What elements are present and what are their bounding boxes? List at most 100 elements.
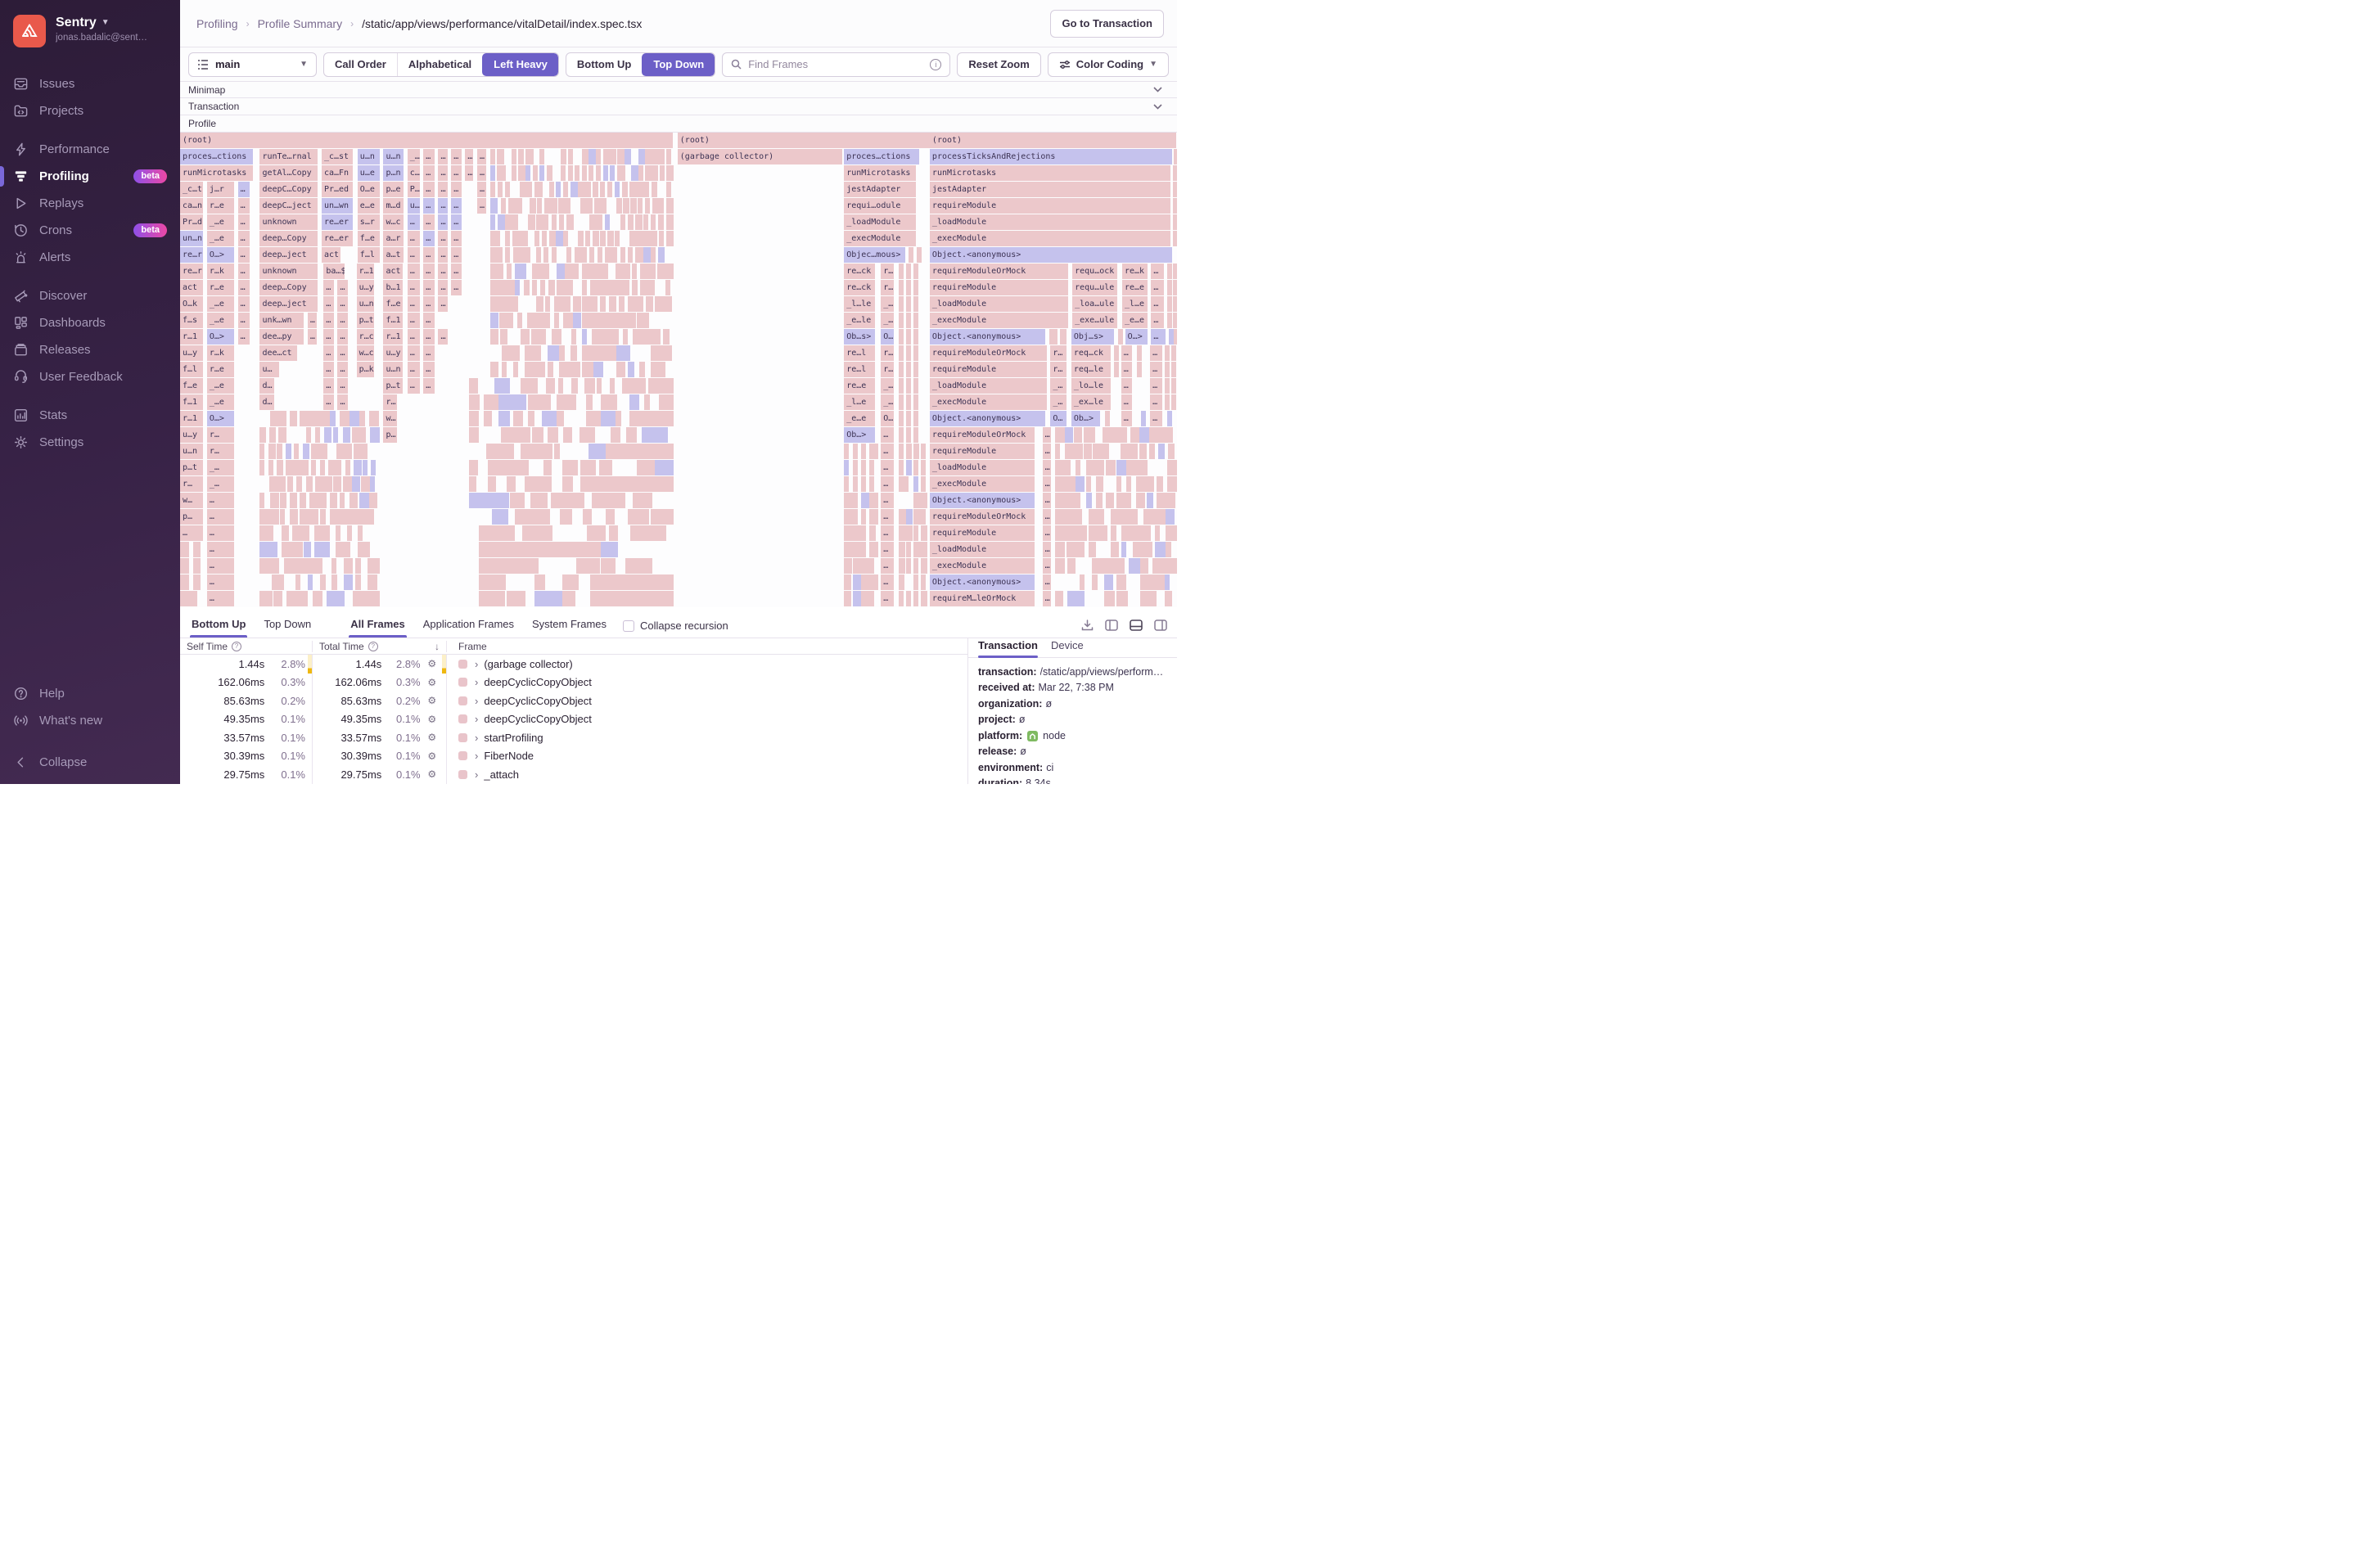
flame-frame[interactable]: … — [451, 214, 461, 230]
flame-frame[interactable]: … — [207, 525, 234, 541]
flame-frame[interactable] — [370, 427, 379, 443]
flame-frame[interactable] — [358, 525, 363, 541]
flame-frame[interactable]: … — [238, 247, 250, 263]
flame-frame[interactable] — [290, 411, 297, 426]
flame-frame[interactable] — [520, 231, 528, 246]
flame-frame[interactable] — [610, 378, 615, 394]
flame-frame[interactable] — [1126, 493, 1131, 508]
flame-frame[interactable] — [648, 280, 655, 295]
flame-frame[interactable] — [560, 509, 572, 525]
flame-frame[interactable] — [593, 182, 598, 197]
flame-frame[interactable] — [646, 591, 674, 606]
color-coding-button[interactable]: Color Coding ▼ — [1048, 52, 1169, 77]
flame-frame[interactable] — [344, 574, 353, 590]
flame-frame[interactable] — [1173, 313, 1177, 328]
flame-frame[interactable] — [330, 411, 336, 426]
flame-frame[interactable] — [343, 476, 353, 492]
flame-frame[interactable] — [498, 247, 503, 263]
flame-frame[interactable] — [913, 427, 918, 443]
chevron-right-icon[interactable]: › — [475, 713, 478, 725]
layout-left-panel-icon[interactable] — [1105, 620, 1118, 631]
flame-frame[interactable]: _… — [881, 394, 894, 410]
flame-frame[interactable] — [532, 427, 543, 443]
flame-frame[interactable] — [659, 231, 664, 246]
flame-frame[interactable] — [525, 345, 537, 361]
flame-frame[interactable] — [1111, 542, 1119, 557]
gear-icon[interactable]: ⚙ — [425, 714, 440, 725]
flame-frame[interactable] — [653, 329, 661, 345]
flame-frame[interactable] — [331, 574, 337, 590]
flame-frame[interactable] — [1140, 558, 1148, 574]
flame-frame[interactable]: … — [423, 345, 435, 361]
flame-frame[interactable] — [561, 165, 566, 181]
flame-frame[interactable] — [861, 525, 866, 541]
flame-frame[interactable] — [311, 460, 316, 475]
flame-frame[interactable]: requireModuleOrMock — [930, 509, 1035, 525]
flame-frame[interactable]: re…er — [322, 214, 353, 230]
flame-frame[interactable] — [571, 394, 576, 410]
flame-frame[interactable]: … — [1121, 345, 1133, 361]
flame-frame[interactable] — [566, 214, 574, 230]
flame-frame[interactable] — [320, 460, 325, 475]
flame-frame[interactable] — [623, 329, 628, 345]
flame-frame[interactable]: dee…ct — [259, 345, 296, 361]
flame-frame[interactable] — [490, 313, 498, 328]
flame-frame[interactable] — [589, 247, 594, 263]
flame-frame[interactable] — [637, 313, 649, 328]
flame-frame[interactable]: _execModule — [930, 558, 1035, 574]
flame-frame[interactable] — [490, 165, 495, 181]
flame-frame[interactable]: … — [423, 231, 435, 246]
flame-frame[interactable]: … — [1151, 329, 1165, 345]
flame-frame[interactable] — [906, 558, 911, 574]
flame-frame[interactable] — [528, 411, 535, 426]
flame-frame[interactable]: … — [423, 378, 435, 394]
flame-frame[interactable] — [899, 591, 904, 606]
gear-icon[interactable]: ⚙ — [425, 768, 440, 780]
flame-frame[interactable]: … — [207, 542, 234, 557]
flame-frame[interactable] — [490, 214, 495, 230]
flame-frame[interactable] — [592, 329, 602, 345]
flame-frame[interactable] — [469, 460, 478, 475]
flame-frame[interactable]: _execModule — [930, 476, 1035, 492]
flame-frame[interactable] — [1139, 427, 1148, 443]
flame-frame[interactable] — [598, 214, 603, 230]
flame-frame[interactable]: … — [323, 345, 333, 361]
flame-frame[interactable]: p… — [383, 427, 396, 443]
flame-frame[interactable] — [906, 525, 913, 541]
flame-frame[interactable]: re…l — [844, 362, 875, 377]
flame-frame[interactable] — [1067, 591, 1085, 606]
breadcrumb-link[interactable]: Profiling — [196, 17, 238, 30]
flame-frame[interactable] — [599, 476, 620, 492]
flame-frame[interactable] — [639, 362, 646, 377]
flame-frame[interactable] — [1067, 542, 1078, 557]
flame-frame[interactable]: … — [423, 214, 435, 230]
sidebar-item-stats[interactable]: Stats — [0, 402, 180, 429]
flame-frame[interactable]: … — [207, 558, 234, 574]
flame-frame[interactable] — [588, 149, 595, 164]
sidebar-item-profiling[interactable]: Profilingbeta — [0, 163, 180, 190]
flame-frame[interactable] — [571, 493, 584, 508]
flame-frame[interactable] — [624, 264, 630, 279]
flame-frame[interactable] — [551, 493, 571, 508]
flame-frame[interactable] — [558, 378, 563, 394]
flame-frame[interactable] — [1133, 509, 1138, 525]
flame-frame[interactable] — [521, 378, 539, 394]
flame-frame[interactable] — [369, 509, 374, 525]
flame-frame[interactable] — [844, 476, 849, 492]
strip-transaction[interactable]: Transaction — [180, 98, 1177, 115]
flame-frame[interactable]: re…r — [180, 247, 203, 263]
flame-frame[interactable] — [1055, 509, 1067, 525]
details-tab-transaction[interactable]: Transaction — [978, 639, 1038, 657]
flame-frame[interactable] — [921, 591, 928, 606]
flame-frame[interactable]: O…> — [1125, 329, 1148, 345]
flame-frame[interactable] — [913, 574, 918, 590]
flame-frame[interactable]: r…e — [207, 280, 234, 295]
flame-frame[interactable] — [490, 280, 499, 295]
flame-frame[interactable]: runMicrotasks — [844, 165, 916, 181]
flame-frame[interactable] — [308, 558, 322, 574]
flame-frame[interactable] — [1121, 427, 1126, 443]
flame-frame[interactable] — [568, 165, 573, 181]
flame-frame[interactable] — [652, 231, 657, 246]
flame-frame[interactable]: … — [323, 362, 333, 377]
flame-frame[interactable] — [280, 509, 285, 525]
